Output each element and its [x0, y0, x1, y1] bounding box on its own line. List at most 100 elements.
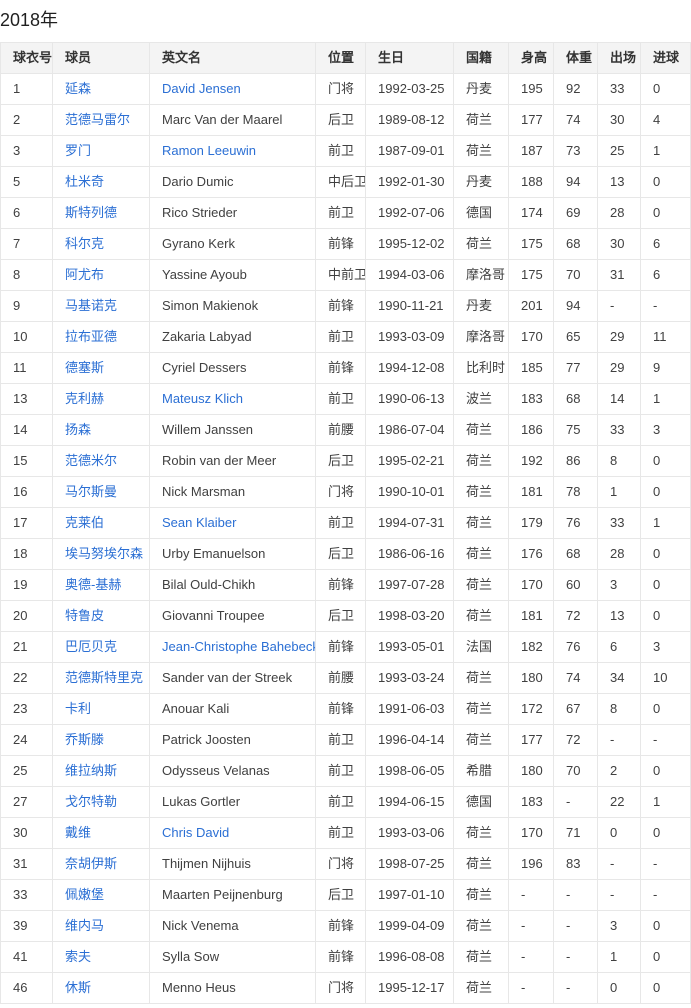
- player-name-link[interactable]: 克利赫: [65, 391, 104, 406]
- player-name-link[interactable]: 科尔克: [65, 236, 104, 251]
- player-name-link[interactable]: 马基诺克: [65, 298, 117, 313]
- cell-appearances: 0: [598, 818, 641, 849]
- table-row: 17克莱伯Sean Klaiber前卫1994-07-31荷兰17976331: [1, 508, 691, 539]
- cell-position: 前卫: [316, 725, 366, 756]
- cell-appearances: 28: [598, 539, 641, 570]
- cell-en_name: David Jensen: [150, 74, 316, 105]
- table-row: 46休斯Menno Heus门将1995-12-17荷兰--00: [1, 973, 691, 1004]
- player-name-link[interactable]: 乔斯滕: [65, 732, 104, 747]
- cell-en_name: Chris David: [150, 818, 316, 849]
- cell-goals: 10: [641, 663, 691, 694]
- cell-position: 前锋: [316, 694, 366, 725]
- player-name-link[interactable]: 维内马: [65, 918, 104, 933]
- player-name-link[interactable]: 特鲁皮: [65, 608, 104, 623]
- cell-weight: 70: [554, 756, 598, 787]
- cell-en_name: Thijmen Nijhuis: [150, 849, 316, 880]
- page: 2018年 球衣号球员英文名位置生日国籍身高体重出场进球 1延森David Je…: [0, 0, 691, 1008]
- cell-nationality: 摩洛哥: [454, 260, 509, 291]
- cell-birthday: 1995-02-21: [366, 446, 454, 477]
- cell-appearances: 33: [598, 74, 641, 105]
- cell-en_name: Urby Emanuelson: [150, 539, 316, 570]
- cell-goals: 0: [641, 818, 691, 849]
- player-name-link[interactable]: 休斯: [65, 980, 91, 995]
- player-en_name-link[interactable]: Sean Klaiber: [162, 515, 236, 530]
- player-name-link[interactable]: 卡利: [65, 701, 91, 716]
- cell-birthday: 1994-12-08: [366, 353, 454, 384]
- player-name-link[interactable]: 巴厄贝克: [65, 639, 117, 654]
- player-name-link[interactable]: 马尔斯曼: [65, 484, 117, 499]
- player-name-link[interactable]: 维拉纳斯: [65, 763, 117, 778]
- cell-name: 佩嫩堡: [53, 880, 150, 911]
- player-name-link[interactable]: 拉布亚德: [65, 329, 117, 344]
- table-row: 16马尔斯曼Nick Marsman门将1990-10-01荷兰1817810: [1, 477, 691, 508]
- player-name-link[interactable]: 奥德-基赫: [65, 577, 121, 592]
- cell-appearances: -: [598, 849, 641, 880]
- cell-appearances: 6: [598, 632, 641, 663]
- cell-position: 前锋: [316, 229, 366, 260]
- player-name-link[interactable]: 阿尤布: [65, 267, 104, 282]
- cell-appearances: 13: [598, 601, 641, 632]
- cell-birthday: 1987-09-01: [366, 136, 454, 167]
- player-name-link[interactable]: 范德米尔: [65, 453, 117, 468]
- cell-en_name: Odysseus Velanas: [150, 756, 316, 787]
- column-header-name: 球员: [53, 43, 150, 74]
- player-name-link[interactable]: 杜米奇: [65, 174, 104, 189]
- cell-birthday: 1994-03-06: [366, 260, 454, 291]
- player-name-link[interactable]: 斯特列德: [65, 205, 117, 220]
- cell-number: 39: [1, 911, 53, 942]
- cell-position: 前卫: [316, 787, 366, 818]
- cell-position: 前卫: [316, 322, 366, 353]
- player-name-link[interactable]: 延森: [65, 81, 91, 96]
- cell-number: 23: [1, 694, 53, 725]
- cell-nationality: 荷兰: [454, 973, 509, 1004]
- player-en_name-link[interactable]: Jean-Christophe Bahebeck: [162, 639, 316, 654]
- cell-appearances: 29: [598, 322, 641, 353]
- player-en_name-link[interactable]: David Jensen: [162, 81, 241, 96]
- player-en_name-link[interactable]: Ramon Leeuwin: [162, 143, 256, 158]
- cell-height: 175: [509, 260, 554, 291]
- cell-name: 阿尤布: [53, 260, 150, 291]
- player-en_name-link[interactable]: Chris David: [162, 825, 229, 840]
- player-name-link[interactable]: 佩嫩堡: [65, 887, 104, 902]
- cell-position: 后卫: [316, 601, 366, 632]
- player-name-link[interactable]: 罗门: [65, 143, 91, 158]
- cell-number: 41: [1, 942, 53, 973]
- player-en_name-link[interactable]: Mateusz Klich: [162, 391, 243, 406]
- player-name-link[interactable]: 克莱伯: [65, 515, 104, 530]
- player-name-link[interactable]: 德塞斯: [65, 360, 104, 375]
- player-name-link[interactable]: 戴维: [65, 825, 91, 840]
- cell-name: 克莱伯: [53, 508, 150, 539]
- cell-appearances: 13: [598, 167, 641, 198]
- cell-nationality: 荷兰: [454, 415, 509, 446]
- player-name-link[interactable]: 范德斯特里克: [65, 670, 143, 685]
- cell-height: -: [509, 911, 554, 942]
- column-header-weight: 体重: [554, 43, 598, 74]
- player-name-link[interactable]: 奈胡伊斯: [65, 856, 117, 871]
- cell-height: 186: [509, 415, 554, 446]
- cell-name: 范德米尔: [53, 446, 150, 477]
- table-row: 1延森David Jensen门将1992-03-25丹麦19592330: [1, 74, 691, 105]
- cell-weight: 94: [554, 167, 598, 198]
- player-name-link[interactable]: 扬森: [65, 422, 91, 437]
- player-name-link[interactable]: 范德马雷尔: [65, 112, 130, 127]
- column-header-position: 位置: [316, 43, 366, 74]
- cell-en_name: Maarten Peijnenburg: [150, 880, 316, 911]
- cell-name: 埃马努埃尔森: [53, 539, 150, 570]
- table-row: 8阿尤布Yassine Ayoub中前卫1994-03-06摩洛哥1757031…: [1, 260, 691, 291]
- player-name-link[interactable]: 戈尔特勒: [65, 794, 117, 809]
- cell-number: 3: [1, 136, 53, 167]
- player-name-link[interactable]: 索夫: [65, 949, 91, 964]
- cell-nationality: 荷兰: [454, 601, 509, 632]
- page-title: 2018年: [0, 0, 691, 42]
- cell-height: 187: [509, 136, 554, 167]
- column-header-nationality: 国籍: [454, 43, 509, 74]
- cell-appearances: 33: [598, 415, 641, 446]
- cell-weight: 78: [554, 477, 598, 508]
- cell-position: 前腰: [316, 663, 366, 694]
- table-row: 14扬森Willem Janssen前腰1986-07-04荷兰18675333: [1, 415, 691, 446]
- player-name-link[interactable]: 埃马努埃尔森: [65, 546, 143, 561]
- cell-goals: -: [641, 849, 691, 880]
- cell-height: 177: [509, 105, 554, 136]
- table-row: 25维拉纳斯Odysseus Velanas前卫1998-06-05希腊1807…: [1, 756, 691, 787]
- cell-nationality: 荷兰: [454, 539, 509, 570]
